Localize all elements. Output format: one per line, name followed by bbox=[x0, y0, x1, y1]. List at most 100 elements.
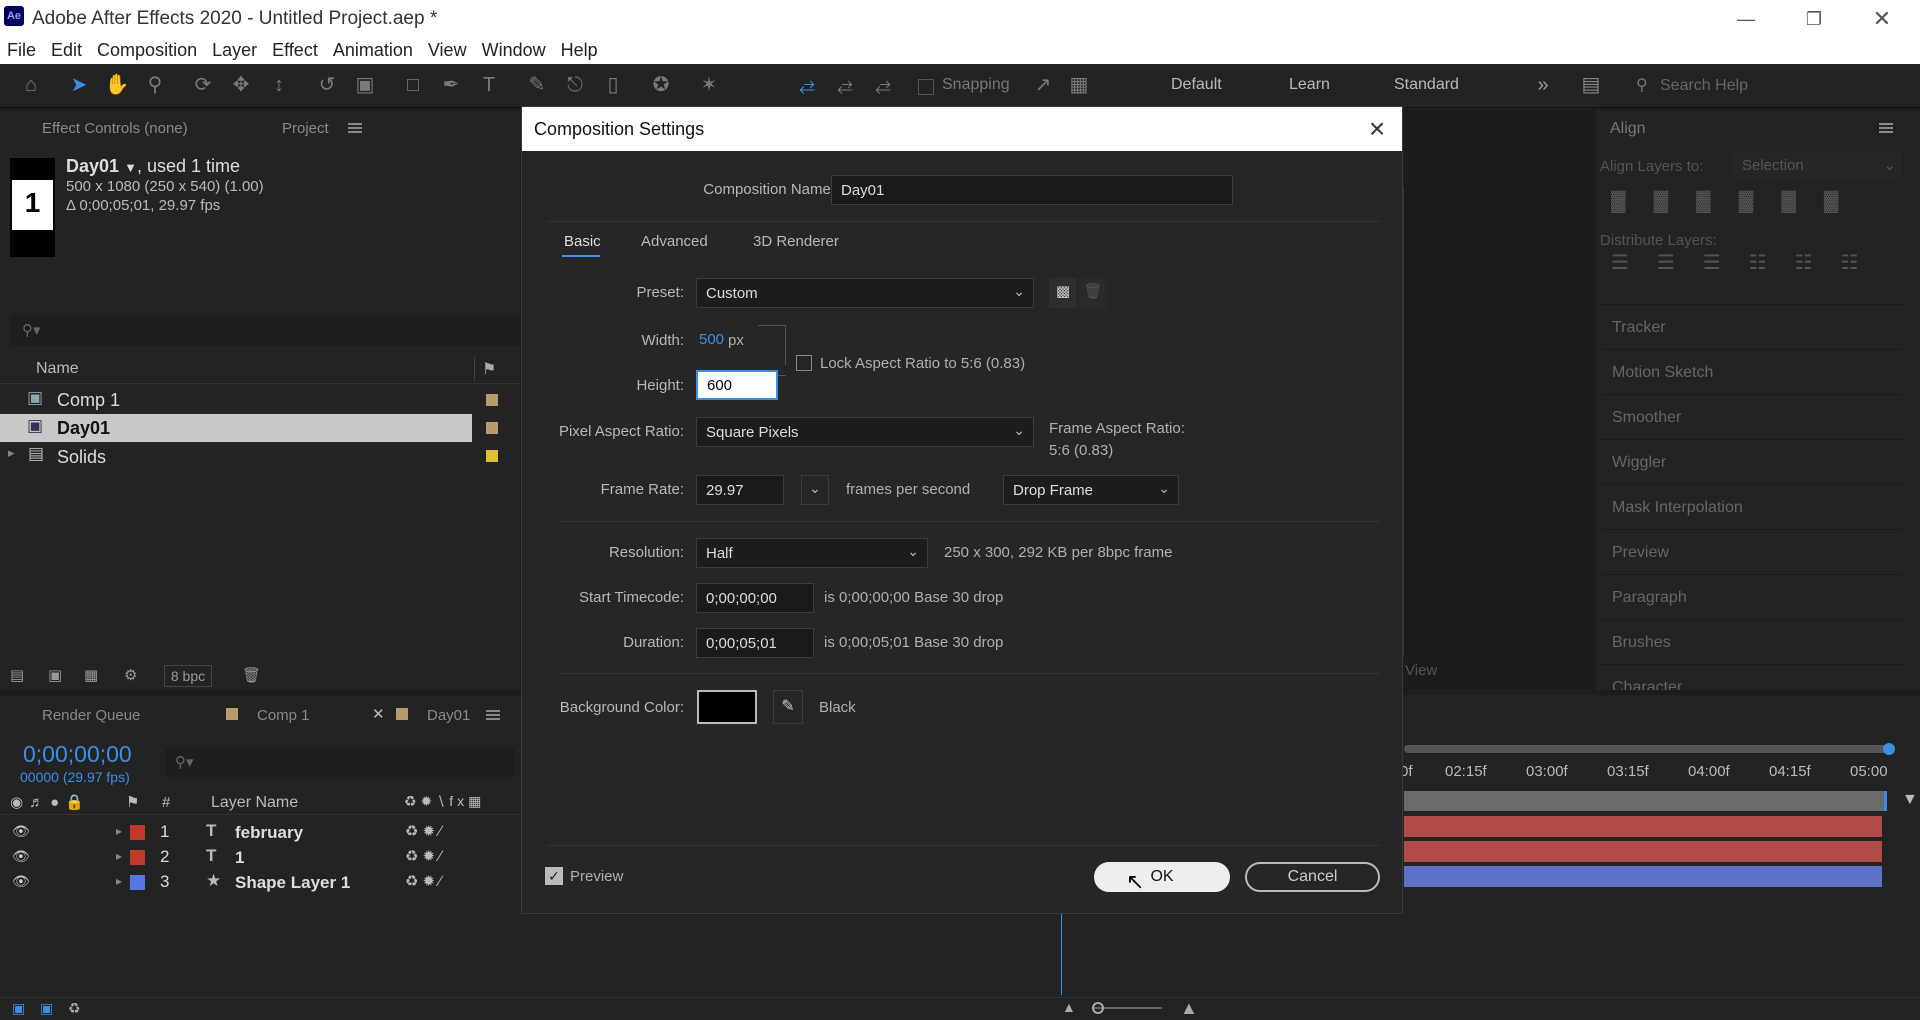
distribute-buttons[interactable]: ☰☰☰☷☷☷ bbox=[1611, 250, 1901, 275]
panel-menu-icon[interactable] bbox=[1879, 123, 1893, 133]
dolly-tool-icon[interactable]: ↕ bbox=[266, 72, 292, 98]
time-ruler[interactable]: 0f 02:15f 03:00f 03:15f 04:00f 04:15f 05… bbox=[1400, 761, 1900, 783]
tab-basic[interactable]: Basic bbox=[564, 233, 601, 250]
menu-effect[interactable]: Effect bbox=[265, 38, 326, 64]
layer-switches[interactable]: ♻✹∕ bbox=[405, 847, 446, 865]
visibility-eye-icon[interactable]: 👁 bbox=[12, 823, 30, 840]
interpret-footage-icon[interactable]: ▤ bbox=[10, 666, 24, 684]
label-swatch[interactable] bbox=[486, 450, 498, 462]
table-row[interactable]: 👁 ▸ 3 ★ Shape Layer 1 ♻✹∕ bbox=[0, 870, 520, 895]
character-panel[interactable]: Character bbox=[1602, 664, 1902, 690]
zoom-out-icon[interactable]: ▲ bbox=[1062, 999, 1076, 1015]
layer-bar[interactable] bbox=[1404, 866, 1882, 887]
eyedropper-icon[interactable]: ✎ bbox=[773, 690, 803, 724]
menu-animation[interactable]: Animation bbox=[326, 38, 421, 64]
layer-bar[interactable] bbox=[1404, 816, 1882, 837]
clone-stamp-tool-icon[interactable]: ⎋ bbox=[562, 72, 588, 98]
duration-input[interactable] bbox=[696, 628, 814, 658]
panel-menu-icon[interactable] bbox=[486, 710, 500, 720]
pan-tool-icon[interactable]: ✥ bbox=[228, 72, 254, 98]
menu-window[interactable]: Window bbox=[475, 38, 554, 64]
pixel-aspect-select[interactable]: Square Pixels ⌄ bbox=[696, 417, 1034, 447]
width-value[interactable]: 500 bbox=[699, 331, 724, 348]
minimize-icon[interactable]: — bbox=[1726, 4, 1766, 34]
comp-marker-bin-icon[interactable]: ▼ bbox=[1902, 791, 1918, 809]
column-name[interactable]: Name bbox=[36, 360, 79, 378]
tab-project[interactable]: Project bbox=[282, 120, 329, 137]
label-swatch[interactable] bbox=[130, 850, 145, 865]
workspace-default[interactable]: Default bbox=[1171, 76, 1222, 94]
start-timecode-input[interactable] bbox=[696, 583, 814, 613]
layer-bar[interactable] bbox=[1404, 841, 1882, 862]
column-layer-name[interactable]: Layer Name bbox=[211, 794, 298, 812]
snap-grid-icon[interactable]: ▦ bbox=[1066, 72, 1092, 98]
menu-layer[interactable]: Layer bbox=[205, 38, 265, 64]
visibility-eye-icon[interactable]: 👁 bbox=[12, 848, 30, 865]
work-area-bar[interactable] bbox=[1404, 745, 1894, 753]
close-tab-icon[interactable]: ✕ bbox=[372, 705, 385, 723]
list-item[interactable]: ▸ ▤ Solids bbox=[0, 442, 498, 470]
visibility-eye-icon[interactable]: 👁 bbox=[12, 873, 30, 890]
menu-edit[interactable]: Edit bbox=[44, 38, 90, 64]
work-area-end-handle[interactable] bbox=[1883, 743, 1895, 755]
type-tool-icon[interactable]: T bbox=[476, 72, 502, 98]
background-color-swatch[interactable] bbox=[697, 690, 757, 724]
new-composition-icon[interactable]: ▦ bbox=[84, 666, 98, 684]
brushes-panel[interactable]: Brushes bbox=[1602, 619, 1902, 663]
zoom-tool-icon[interactable]: ⚲ bbox=[142, 72, 168, 98]
comp-name-input[interactable] bbox=[831, 175, 1233, 205]
dialog-close-icon[interactable]: × bbox=[1362, 113, 1392, 145]
world-axis-icon[interactable]: ⥄ bbox=[832, 72, 858, 98]
pan-behind-tool-icon[interactable]: ▣ bbox=[352, 72, 378, 98]
snapping-checkbox[interactable] bbox=[918, 79, 934, 95]
align-to-select[interactable]: Selection ⌄ bbox=[1732, 152, 1902, 178]
drop-frame-select[interactable]: Drop Frame ⌄ bbox=[1003, 475, 1179, 505]
motion-sketch-panel[interactable]: Motion Sketch bbox=[1602, 349, 1902, 393]
align-buttons[interactable]: ▓▓▓▓▓▓ bbox=[1611, 190, 1901, 213]
more-workspaces-icon[interactable]: » bbox=[1530, 72, 1556, 98]
tab-advanced[interactable]: Advanced bbox=[641, 233, 708, 250]
delete-preset-icon[interactable]: 🗑 bbox=[1079, 278, 1107, 308]
label-column-icon[interactable]: ⚑ bbox=[482, 359, 496, 379]
frame-rate-dropdown-icon[interactable]: ⌄ bbox=[801, 475, 829, 505]
time-navigator[interactable] bbox=[1404, 791, 1884, 811]
tracker-panel[interactable]: Tracker bbox=[1602, 304, 1902, 348]
new-folder-icon[interactable]: ▣ bbox=[48, 666, 62, 684]
zoom-in-icon[interactable]: ▲ bbox=[1180, 998, 1198, 1019]
label-swatch[interactable] bbox=[130, 875, 145, 890]
navigator-end-handle[interactable] bbox=[1884, 791, 1887, 811]
list-item[interactable]: ▣ Comp 1 bbox=[0, 386, 498, 414]
layer-name[interactable]: february bbox=[235, 823, 303, 843]
resolution-select[interactable]: Half ⌄ bbox=[696, 538, 928, 568]
toggle-modes-icon[interactable]: ▣ bbox=[40, 1000, 53, 1017]
project-settings-icon[interactable]: ⚙ bbox=[124, 666, 137, 684]
paragraph-panel[interactable]: Paragraph bbox=[1602, 574, 1902, 618]
roto-brush-tool-icon[interactable]: ✪ bbox=[648, 72, 674, 98]
table-row[interactable]: 👁 ▸ 2 T 1 ♻✹∕ bbox=[0, 845, 520, 870]
search-help-toggle-icon[interactable]: ▤ bbox=[1578, 72, 1604, 98]
layer-switches[interactable]: ♻✹∕ bbox=[405, 822, 446, 840]
zoom-slider-handle[interactable] bbox=[1092, 1002, 1104, 1014]
bit-depth-button[interactable]: 8 bpc bbox=[164, 665, 212, 687]
hand-tool-icon[interactable]: ✋ bbox=[104, 72, 130, 98]
tab-render-queue[interactable]: Render Queue bbox=[42, 707, 140, 724]
local-axis-icon[interactable]: ⥄ bbox=[794, 72, 820, 98]
eraser-tool-icon[interactable]: ▯ bbox=[600, 72, 626, 98]
toggle-render-time-icon[interactable]: ♻ bbox=[68, 1000, 81, 1017]
mask-interpolation-panel[interactable]: Mask Interpolation bbox=[1602, 484, 1902, 528]
puppet-tool-icon[interactable]: ✶ bbox=[696, 72, 722, 98]
label-swatch[interactable] bbox=[130, 825, 145, 840]
expand-arrow-icon[interactable]: ▸ bbox=[116, 824, 122, 838]
panel-menu-icon[interactable] bbox=[348, 123, 362, 133]
pen-tool-icon[interactable]: ✒ bbox=[438, 72, 464, 98]
view-label[interactable]: View bbox=[1405, 662, 1437, 679]
ok-button[interactable]: OK bbox=[1094, 862, 1230, 892]
expand-arrow-icon[interactable]: ▸ bbox=[8, 445, 15, 461]
menu-help[interactable]: Help bbox=[554, 38, 606, 64]
menu-file[interactable]: File bbox=[0, 38, 44, 64]
view-axis-icon[interactable]: ⥄ bbox=[870, 72, 896, 98]
tab-day01[interactable]: Day01 bbox=[427, 707, 470, 724]
layer-search-input[interactable]: ⚲▾ bbox=[165, 749, 515, 777]
brush-tool-icon[interactable]: ✎ bbox=[524, 72, 550, 98]
preset-select[interactable]: Custom ⌄ bbox=[696, 278, 1034, 308]
